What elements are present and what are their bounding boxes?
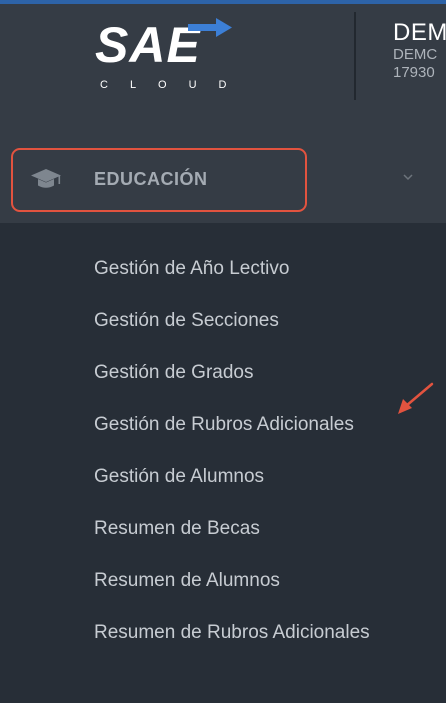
svg-text:SAE: SAE [95,18,201,73]
header-divider [354,12,356,102]
company-name: DEM [393,19,446,46]
submenu-item-ano-lectivo[interactable]: Gestión de Año Lectivo [0,243,446,295]
company-info[interactable]: DEM DEMC 17930 [393,20,446,82]
annotation-arrow-icon [392,382,436,418]
submenu-item-resumen-alumnos[interactable]: Resumen de Alumnos [0,555,446,607]
submenu-item-alumnos[interactable]: Gestión de Alumnos [0,451,446,503]
submenu-item-secciones[interactable]: Gestión de Secciones [0,295,446,347]
menu-label: EDUCACIÓN [94,169,208,189]
company-line-2: 17930 [393,64,435,81]
submenu-item-grados[interactable]: Gestión de Grados [0,347,446,399]
chevron-down-icon[interactable] [401,170,415,184]
submenu-item-resumen-becas[interactable]: Resumen de Becas [0,503,446,555]
submenu-list: Gestión de Año Lectivo Gestión de Seccio… [0,243,446,650]
submenu-item-resumen-rubros[interactable]: Resumen de Rubros Adicionales [0,607,446,650]
svg-text:CLOUD: CLOUD [100,79,240,91]
app-header: SAE CLOUD DEM DEMC 17930 [0,0,446,102]
menu-educacion[interactable]: EDUCACIÓN [0,148,446,212]
submenu-item-rubros-adicionales[interactable]: Gestión de Rubros Adicionales [0,399,446,451]
company-line-1: DEMC [393,46,438,63]
graduation-cap-icon [30,166,62,192]
sae-cloud-logo[interactable]: SAE CLOUD [90,17,240,94]
